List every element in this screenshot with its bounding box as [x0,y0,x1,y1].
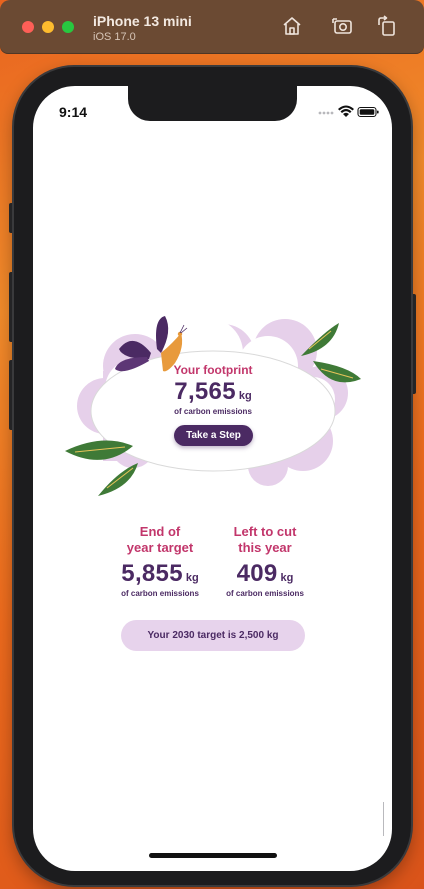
stat-title: Left to cut this year [210,524,320,558]
stat-title-line: End of [139,524,181,539]
home-indicator[interactable] [149,853,277,858]
notch [128,86,297,121]
power-button [411,294,416,394]
phone-screen: 9:14 Your footprint 7,565 kg of carbon e… [33,86,392,871]
zoom-window-button[interactable] [62,21,74,33]
os-version: iOS 17.0 [93,31,136,43]
stat-value-row: 5,855 kg [105,560,215,588]
footprint-subtitle: of carbon emissions [174,407,252,416]
footprint-unit: kg [238,390,252,402]
leaf-bottom-left-icon [98,463,138,496]
minimize-window-button[interactable] [42,21,54,33]
status-icons [318,105,380,119]
rotate-icon[interactable] [376,15,398,37]
screenshot-icon[interactable] [331,15,353,37]
stat-value: 5,855 [121,560,183,587]
stat-title-line: Left to cut [233,524,297,539]
stat-unit: kg [185,572,199,584]
stat-value-row: 409 kg [210,560,320,588]
end-of-year-target-stat: End of year target 5,855 kg of carbon emi… [105,524,215,598]
footprint-value: 7,565 [174,378,236,405]
simulator-title-bar: iPhone 13 mini iOS 17.0 [0,0,424,54]
close-window-button[interactable] [22,21,34,33]
stat-subtitle: of carbon emissions [226,589,304,598]
cellular-dots-icon [318,111,334,115]
scroll-indicator[interactable] [383,802,384,836]
stat-title: End of year target [105,524,215,558]
battery-icon [357,106,379,118]
stat-title-line: year target [126,540,194,555]
target-2030-pill[interactable]: Your 2030 target is 2,500 kg [121,620,305,651]
footprint-value-row: 7,565 kg [133,378,293,406]
left-to-cut-stat: Left to cut this year 409 kg of carbon em… [210,524,320,598]
take-a-step-button[interactable]: Take a Step [174,425,253,446]
status-time: 9:14 [59,104,88,120]
device-name: iPhone 13 mini [93,13,192,29]
stat-title-line: this year [238,540,292,555]
stat-unit: kg [280,572,294,584]
footprint-label: Your footprint [173,363,253,377]
stat-value: 409 [236,560,278,587]
stat-subtitle: of carbon emissions [121,589,199,598]
wifi-icon [338,105,354,117]
home-icon[interactable] [281,15,303,37]
